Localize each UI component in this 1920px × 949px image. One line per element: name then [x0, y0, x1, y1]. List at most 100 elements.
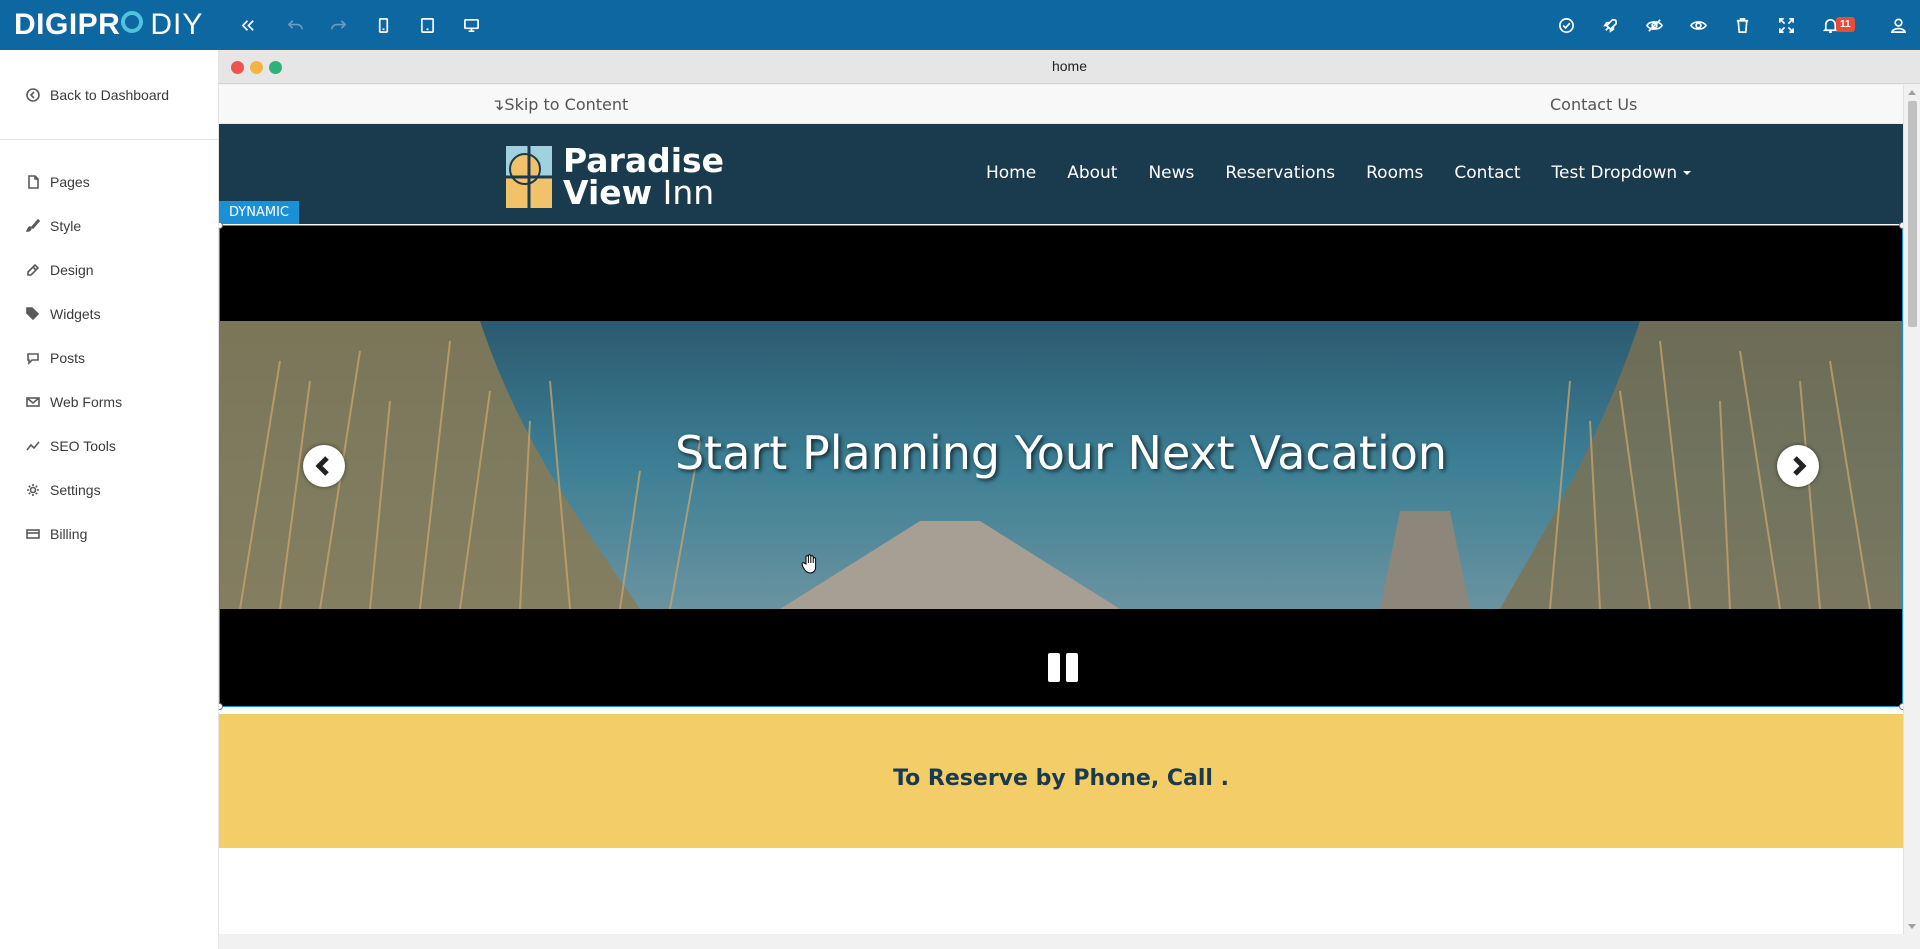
skip-to-content-link[interactable]: ↴Skip to Content: [491, 95, 628, 114]
gear-icon: [27, 484, 39, 496]
nav-contact[interactable]: Contact: [1454, 163, 1520, 183]
undo-button[interactable]: [280, 10, 310, 40]
sidebar-item-style[interactable]: Style: [26, 218, 81, 234]
hide-elements-button[interactable]: [1639, 10, 1669, 40]
user-icon: [1890, 18, 1906, 33]
rocket-icon: [1602, 18, 1617, 33]
eye-icon: [1689, 20, 1707, 30]
undo-icon: [287, 19, 303, 29]
sidebar-item-label: Pages: [50, 174, 90, 190]
sidebar-item-label: Design: [50, 262, 94, 278]
sidebar-item-widgets[interactable]: Widgets: [26, 306, 101, 322]
slider-pause-button[interactable]: [1048, 653, 1078, 683]
desktop-view-button[interactable]: [456, 10, 486, 40]
sidebar-item-seo-tools[interactable]: SEO Tools: [26, 438, 116, 454]
launch-button[interactable]: [1595, 10, 1625, 40]
redo-button[interactable]: [323, 10, 353, 40]
sidebar-item-label: Web Forms: [50, 394, 123, 410]
left-sidebar: Back to Dashboard Pages Style Design Wid…: [0, 50, 219, 949]
window-title: home: [1051, 58, 1088, 74]
brush-icon: [26, 219, 40, 232]
publish-check-button[interactable]: [1551, 10, 1581, 40]
chevron-left-icon: [315, 456, 329, 476]
scroll-down-arrow-icon[interactable]: [1908, 924, 1916, 929]
site-header: Paradise View Inn Home About News Reserv…: [219, 124, 1903, 224]
logo-gear-icon: [121, 11, 144, 33]
utility-bar: ↴Skip to Content Contact Us: [219, 85, 1903, 124]
sidebar-item-label: Billing: [50, 526, 88, 542]
double-chevron-left-icon: [241, 19, 254, 31]
scroll-up-arrow-icon[interactable]: [1908, 90, 1916, 95]
sidebar-item-pages[interactable]: Pages: [26, 174, 90, 190]
editor-canvas: home ↴Skip to Content Contact Us Paradis…: [219, 50, 1920, 949]
sidebar-item-posts[interactable]: Posts: [26, 350, 85, 366]
hand-cursor-icon: [801, 554, 819, 579]
slider-next-button[interactable]: [1777, 445, 1819, 487]
sidebar-item-label: Posts: [50, 350, 86, 366]
account-button[interactable]: [1883, 10, 1913, 40]
sidebar-item-label: Widgets: [50, 306, 101, 322]
arrow-circle-left-icon: [26, 88, 40, 102]
nav-rooms[interactable]: Rooms: [1366, 163, 1423, 183]
mail-icon: [26, 397, 40, 407]
chevron-right-icon: [1793, 456, 1807, 476]
tablet-icon: [420, 17, 434, 33]
redo-icon: [330, 19, 346, 29]
digipro-logo[interactable]: DIGIPR DIY: [14, 8, 204, 41]
back-to-dashboard-link[interactable]: Back to Dashboard: [26, 87, 169, 103]
sidebar-item-settings[interactable]: Settings: [26, 482, 101, 498]
scrollbar-thumb[interactable]: [1908, 101, 1917, 327]
reserve-by-phone-band: To Reserve by Phone, Call .: [219, 714, 1903, 848]
eye-slash-icon: [1645, 18, 1663, 32]
resize-handle-bottom-left[interactable]: [219, 703, 223, 710]
dynamic-section-label[interactable]: DYNAMIC: [219, 201, 299, 224]
slide-heading: Start Planning Your Next Vacation: [674, 426, 1448, 480]
chat-icon: [27, 353, 39, 365]
preview-button[interactable]: [1683, 10, 1713, 40]
fullscreen-icon: [1778, 17, 1794, 33]
nav-test-dropdown-label: Test Dropdown: [1551, 163, 1678, 183]
nav-test-dropdown[interactable]: Test Dropdown: [1552, 163, 1692, 183]
trash-icon: [1736, 17, 1748, 33]
caret-down-icon: [1683, 171, 1692, 175]
sidebar-item-label: SEO Tools: [50, 438, 116, 454]
logo-inn-text: Inn: [662, 173, 715, 212]
paradise-view-inn-logo[interactable]: Paradise View Inn: [505, 144, 724, 209]
pause-bar-right: [1066, 653, 1078, 682]
preview-window-bar: home: [219, 50, 1920, 84]
tablet-view-button[interactable]: [412, 10, 442, 40]
fullscreen-button[interactable]: [1771, 10, 1801, 40]
logo-text: DIGIPR: [14, 8, 121, 41]
top-toolbar: DIGIPR DIY 11: [0, 0, 1920, 50]
slider-prev-button[interactable]: [303, 445, 345, 487]
sidebar-item-design[interactable]: Design: [26, 262, 94, 278]
logo-line-2: View Inn: [563, 176, 724, 209]
page-icon: [28, 175, 39, 189]
logo-diy-text: DIY: [150, 8, 204, 41]
check-circle-icon: [1558, 17, 1574, 33]
site-preview: ↴Skip to Content Contact Us Paradise Vie…: [219, 85, 1903, 934]
sidebar-divider: [0, 139, 219, 140]
resize-handle-top-left[interactable]: [219, 222, 223, 229]
sidebar-item-label: Settings: [50, 482, 101, 498]
window-logo-icon: [505, 145, 553, 209]
logo-wordmark: Paradise View Inn: [563, 144, 724, 209]
sidebar-item-web-forms[interactable]: Web Forms: [26, 394, 122, 410]
notification-count-badge: 11: [1836, 17, 1855, 32]
hero-slider[interactable]: Start Planning Your Next Vacation: [219, 222, 1903, 710]
preview-scrollbar[interactable]: [1903, 85, 1920, 934]
nav-news[interactable]: News: [1148, 163, 1194, 183]
card-icon: [26, 529, 40, 539]
sidebar-item-billing[interactable]: Billing: [26, 526, 87, 542]
collapse-sidebar-button[interactable]: [232, 10, 262, 40]
contact-us-link[interactable]: Contact Us: [1550, 95, 1637, 114]
nav-about[interactable]: About: [1067, 163, 1117, 183]
nav-reservations[interactable]: Reservations: [1225, 163, 1335, 183]
nav-home[interactable]: Home: [986, 163, 1036, 183]
reserve-by-phone-text: To Reserve by Phone, Call .: [893, 766, 1229, 791]
logo-view-text: View: [563, 173, 653, 212]
trend-icon: [26, 441, 40, 451]
delete-button[interactable]: [1727, 10, 1757, 40]
desktop-icon: [463, 18, 479, 32]
mobile-view-button[interactable]: [368, 10, 398, 40]
